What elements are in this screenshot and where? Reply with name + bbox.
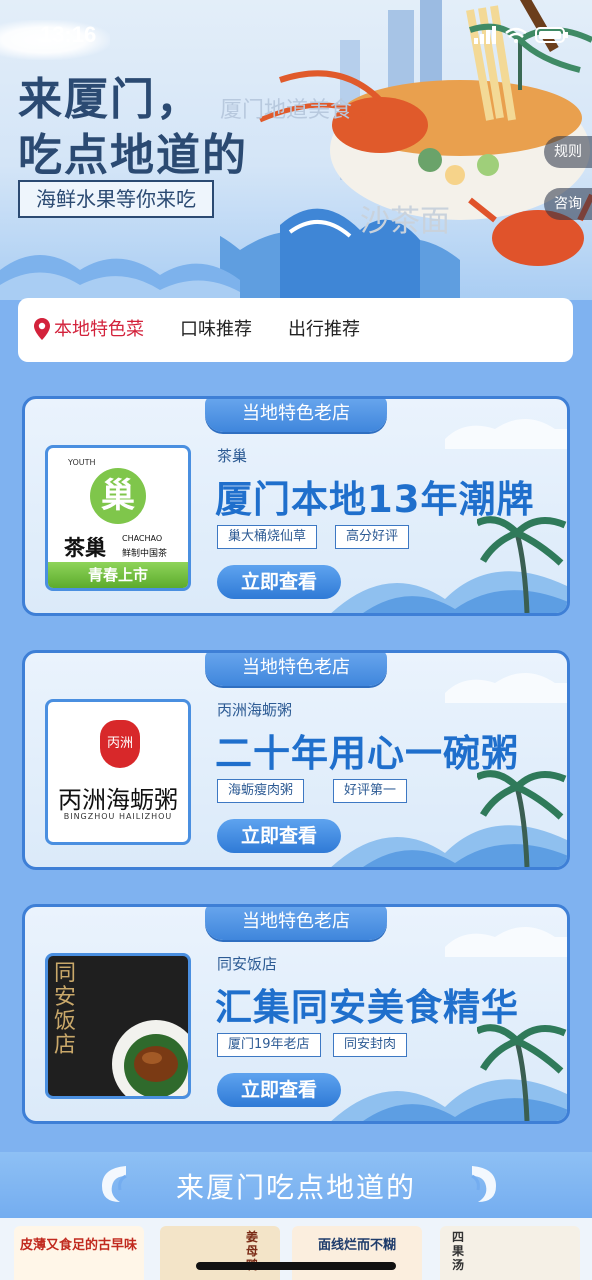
food-list: 皮薄又食足的古早味 姜母鸭 面线烂而不糊 四果汤 [0,1218,592,1280]
shop-tag: 高分好评 [335,525,410,549]
logo-brand: 同安饭店 [54,961,77,1058]
food-item-title: 面线烂而不糊 [318,1238,397,1253]
tab-travel[interactable]: 出行推荐 [288,298,360,362]
logo-brand-en: CHACHAO [122,534,163,543]
shop-logo: 丙洲 丙洲海蛎粥 BINGZHOU HAILIZHOU [45,699,191,845]
shop-card-bingzhou[interactable]: 当地特色老店 丙洲 丙洲海蛎粥 BINGZHOU HAILIZHOU 丙洲海蛎粥… [22,650,570,870]
logo-brand-en: BINGZHOU HAILIZHOU [63,812,173,821]
status-bar: 13:16 [0,0,592,60]
shop-tag: 同安封肉 [333,1033,408,1057]
food-item[interactable]: 姜母鸭 [160,1226,280,1280]
shop-tag: 厦门19年老店 [217,1033,321,1057]
logo-brand: 丙洲海蛎粥 [58,786,178,814]
logo-footer: 青春上市 [48,562,188,588]
hero-banner: 13:16 来厦门， 吃点地道的 厦门地道美食 沙茶面 海鲜水果等你来吃 规则 … [0,0,592,300]
hero-title: 来厦门， 吃点地道的 [18,72,248,184]
status-time: 13:16 [40,22,97,47]
tab-local-specialty[interactable]: 本地特色菜 [34,298,144,362]
view-now-button[interactable]: 立即查看 [217,565,341,599]
category-tabs: 本地特色菜 口味推荐 出行推荐 [18,298,573,362]
hero-title-line1: 来厦门， [18,74,202,125]
wifi-icon [505,27,527,43]
battery-icon [535,27,568,43]
view-now-button[interactable]: 立即查看 [217,819,341,853]
shop-card-tongan[interactable]: 当地特色老店 同安饭店 同安饭店 汇集同安美食精华 厦门19年老店 同安封肉 立… [22,904,570,1124]
location-pin-icon [34,318,50,340]
shop-name: 同安饭店 [217,955,278,973]
tab-label: 本地特色菜 [54,319,144,340]
hero-title-line2: 吃点地道的 [18,130,248,181]
shop-slogan: 汇集同安美食精华 [215,986,519,1029]
section-label: 当地特色老店 [205,653,387,686]
shop-slogan: 厦门本地13年潮牌 [215,478,535,521]
shop-logo: 同安饭店 [45,953,191,1099]
hero-faded-text: 厦门地道美食 [220,98,353,123]
home-indicator[interactable] [196,1262,396,1270]
shop-slogan: 二十年用心一碗粥 [215,732,519,775]
hero-wave-decoration [0,255,240,300]
tab-taste[interactable]: 口味推荐 [180,298,252,362]
logo-mark: 巢 [90,468,146,524]
shop-tag: 好评第一 [333,779,408,803]
signal-icon [474,26,496,44]
food-item-title: 四果汤 [452,1230,465,1272]
consult-button[interactable]: 咨询 [544,188,592,220]
section-label: 当地特色老店 [205,399,387,432]
shop-logo: YOUTH 巢 茶巢 CHACHAO 鲜制中国茶 青春上市 [45,445,191,591]
logo-brand: 茶巢 [64,536,106,560]
food-item[interactable]: 面线烂而不糊 [292,1226,422,1280]
section-title: 来厦门吃点地道的 [175,1171,416,1204]
shop-tag: 海蛎瘦肉粥 [217,779,305,803]
shop-tag: 巢大桶烧仙草 [217,525,318,549]
food-item-title: 皮薄又食足的古早味 [20,1238,138,1253]
shop-name: 茶巢 [217,447,248,465]
tab-label: 口味推荐 [180,319,252,340]
food-item[interactable]: 皮薄又食足的古早味 [14,1226,144,1280]
section-banner: 来厦门吃点地道的 [0,1152,592,1218]
shop-name: 丙洲海蛎粥 [217,701,293,719]
section-label: 当地特色老店 [205,907,387,940]
shop-card-chachao[interactable]: 当地特色老店 YOUTH 巢 茶巢 CHACHAO 鲜制中国茶 青春上市 茶巢 … [22,396,570,616]
wave-icon [471,1166,496,1202]
dish-image [112,1020,188,1096]
bowl-text: 沙茶面 [360,204,450,239]
hero-subtitle: 海鲜水果等你来吃 [18,180,214,218]
logo-seal: 丙洲 [100,720,140,768]
logo-brand-sub: 鲜制中国茶 [122,549,168,559]
logo-badge: YOUTH [68,458,96,467]
status-icons [474,26,568,44]
food-item[interactable]: 四果汤 [440,1226,580,1280]
view-now-button[interactable]: 立即查看 [217,1073,341,1107]
rules-button[interactable]: 规则 [544,136,592,168]
tab-label: 出行推荐 [288,319,360,340]
